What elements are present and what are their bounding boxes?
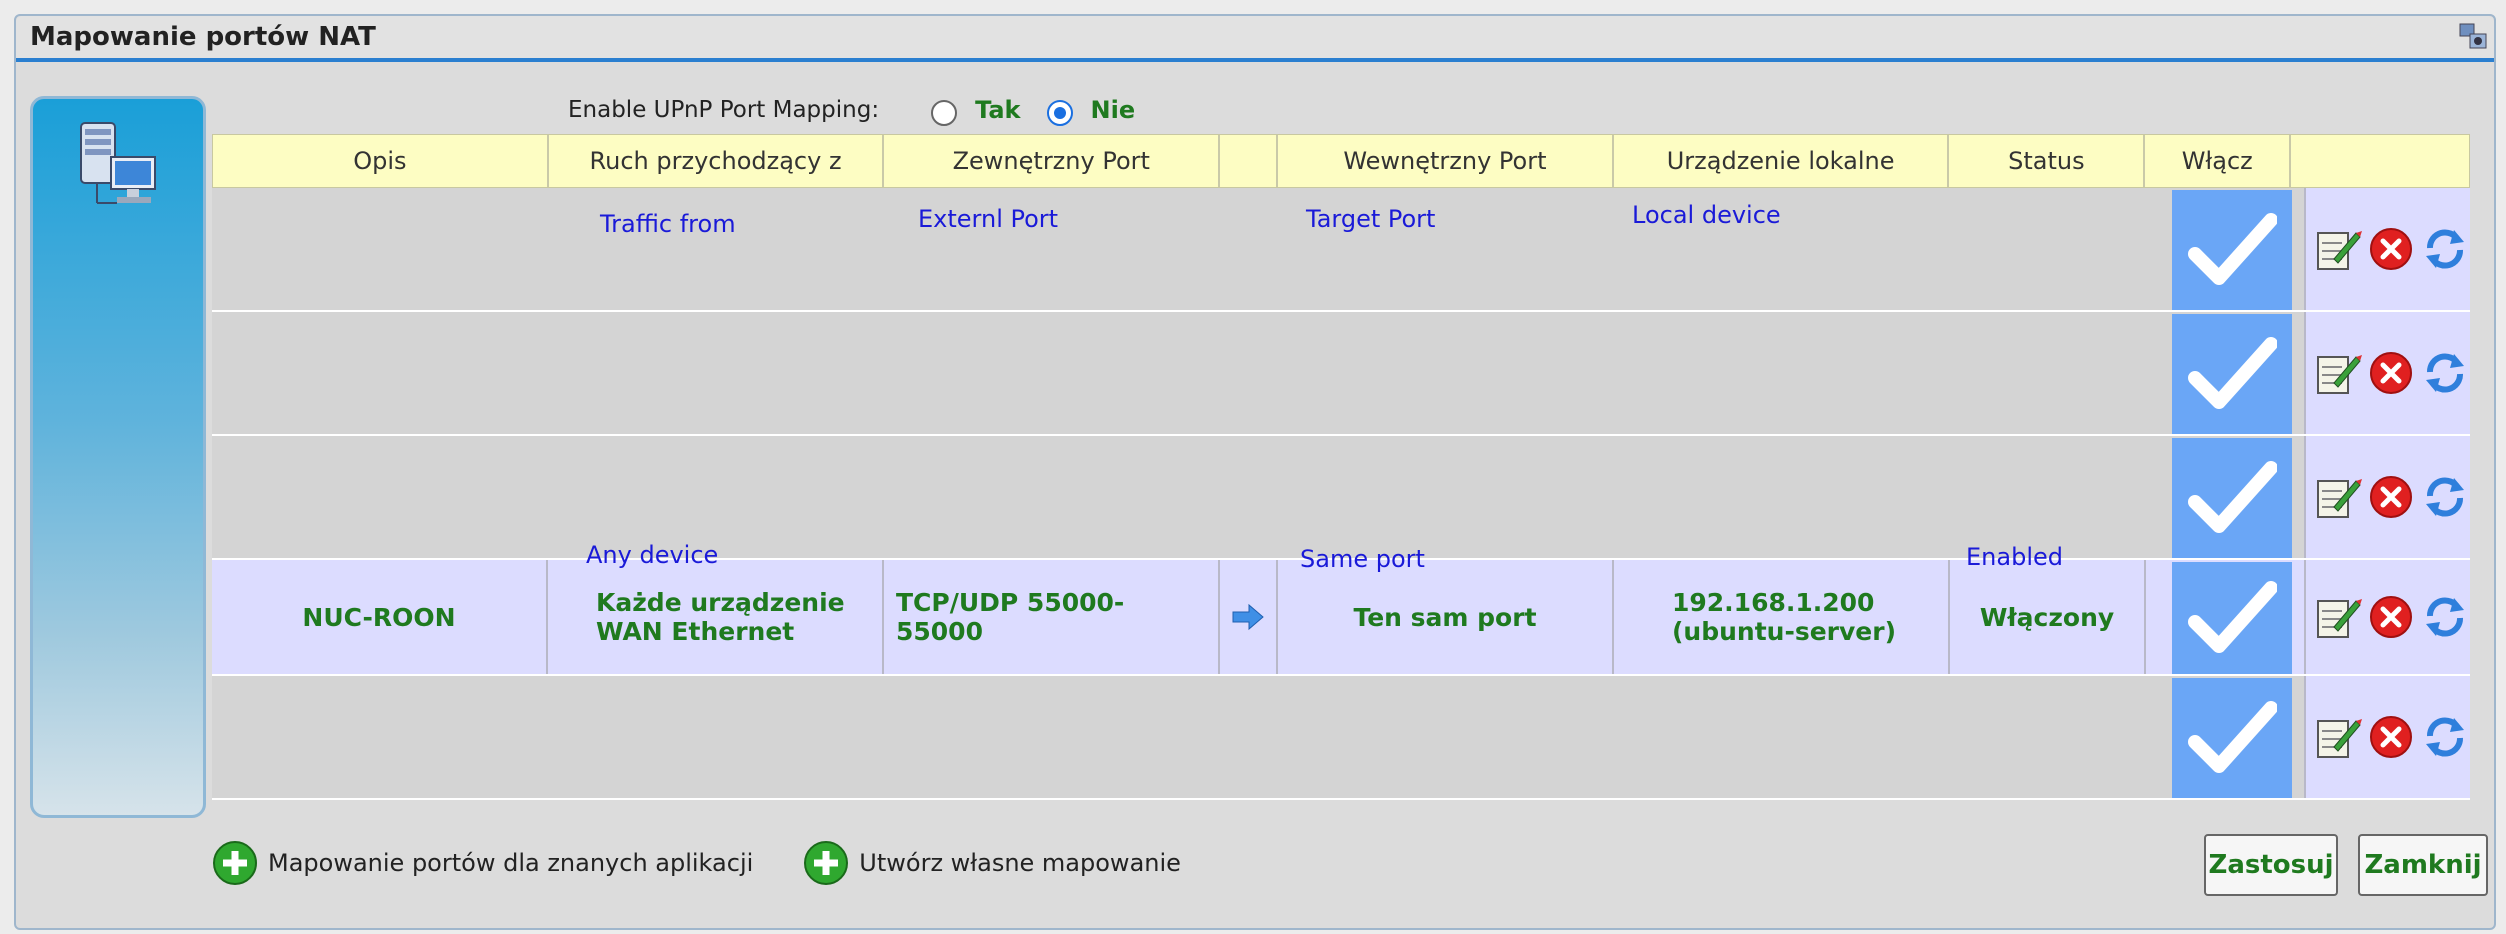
- row-actions: [2304, 676, 2470, 798]
- cell-description: NUC-ROON: [212, 560, 548, 674]
- table-row[interactable]: NUC-ROON Każde urządzenie WAN Ethernet T…: [212, 560, 2470, 676]
- enable-checkbox[interactable]: [2172, 314, 2292, 434]
- row-actions: [2304, 560, 2470, 674]
- cell-internal-port: Ten sam port: [1278, 560, 1614, 674]
- cell-status: Włączony: [1950, 560, 2146, 674]
- refresh-icon[interactable]: [2420, 712, 2470, 762]
- custom-mapping-link[interactable]: Utwórz własne mapowanie: [803, 840, 1181, 886]
- device-line1: 192.168.1.200: [1672, 588, 1875, 617]
- upnp-label: Enable UPnP Port Mapping:: [568, 97, 880, 123]
- header-local-device: Urządzenie lokalne: [1614, 135, 1950, 187]
- checkmark-icon: [2188, 461, 2277, 533]
- cell-incoming: Każde urządzenie WAN Ethernet: [548, 560, 884, 674]
- known-apps-link[interactable]: Mapowanie portów dla znanych aplikacji: [212, 840, 753, 886]
- edit-icon[interactable]: [2312, 593, 2362, 641]
- hint-same-port: Same port: [1300, 545, 1425, 573]
- arrow-right-icon: [1232, 603, 1264, 631]
- table-row: [212, 676, 2470, 800]
- network-settings-icon[interactable]: [2456, 20, 2490, 54]
- cell-external-port: TCP/UDP 55000- 55000: [884, 560, 1220, 674]
- table-header: Opis Ruch przychodzący z Zewnętrzny Port…: [212, 134, 2470, 188]
- hint-target-port: Target Port: [1306, 205, 1436, 233]
- checkmark-icon: [2188, 701, 2277, 773]
- upnp-no-label[interactable]: Nie: [1091, 96, 1136, 124]
- header-arrow: [1220, 135, 1279, 187]
- enable-checkbox[interactable]: [2172, 678, 2292, 798]
- cell-arrow: [1220, 560, 1278, 674]
- table-row: [212, 436, 2470, 560]
- edit-icon[interactable]: [2312, 225, 2362, 273]
- delete-icon[interactable]: [2368, 474, 2414, 520]
- header-internal-port: Wewnętrzny Port: [1278, 135, 1614, 187]
- row-actions: [2304, 188, 2470, 310]
- external-line1: TCP/UDP 55000-: [896, 588, 1125, 617]
- bottom-links: Mapowanie portów dla znanych aplikacji U…: [212, 838, 1231, 888]
- row-actions: [2304, 436, 2470, 558]
- upnp-setting: Enable UPnP Port Mapping: Tak Nie: [568, 90, 1161, 130]
- hint-any-device: Any device: [586, 541, 719, 569]
- refresh-icon[interactable]: [2420, 592, 2470, 642]
- edit-icon[interactable]: [2312, 349, 2362, 397]
- refresh-icon[interactable]: [2420, 472, 2470, 522]
- title-bar: Mapowanie portów NAT: [16, 16, 2494, 62]
- device-line2: (ubuntu-server): [1672, 617, 1897, 646]
- delete-icon[interactable]: [2368, 594, 2414, 640]
- window-title: Mapowanie portów NAT: [30, 22, 376, 52]
- left-panel: [30, 96, 206, 818]
- enable-checkbox[interactable]: [2172, 438, 2292, 558]
- port-mapping-table: Opis Ruch przychodzący z Zewnętrzny Port…: [212, 134, 2470, 800]
- checkmark-icon: [2188, 213, 2277, 285]
- incoming-line1: Każde urządzenie: [596, 588, 845, 617]
- custom-mapping-label[interactable]: Utwórz własne mapowanie: [859, 849, 1181, 877]
- hint-external-port: Externl Port: [918, 205, 1059, 233]
- cell-local-device: 192.168.1.200 (ubuntu-server): [1614, 560, 1950, 674]
- close-button[interactable]: Zamknij: [2358, 834, 2488, 896]
- edit-icon[interactable]: [2312, 473, 2362, 521]
- header-status: Status: [1949, 135, 2146, 187]
- delete-icon[interactable]: [2368, 350, 2414, 396]
- known-apps-label[interactable]: Mapowanie portów dla znanych aplikacji: [268, 849, 753, 877]
- hint-enabled: Enabled: [1966, 543, 2063, 571]
- checkmark-icon: [2188, 581, 2277, 653]
- upnp-no-radio[interactable]: [1046, 100, 1073, 126]
- incoming-line2: WAN Ethernet: [596, 617, 795, 646]
- table-row: [212, 312, 2470, 436]
- add-icon: [213, 841, 257, 885]
- header-incoming: Ruch przychodzący z: [549, 135, 885, 187]
- enable-checkbox[interactable]: [2172, 190, 2292, 310]
- row-actions: [2304, 312, 2470, 434]
- add-icon: [804, 841, 849, 885]
- upnp-yes-label[interactable]: Tak: [975, 96, 1020, 124]
- enable-checkbox[interactable]: [2172, 562, 2292, 674]
- delete-icon[interactable]: [2368, 226, 2414, 272]
- header-opis: Opis: [213, 135, 549, 187]
- refresh-icon[interactable]: [2420, 348, 2470, 398]
- computer-network-icon: [80, 122, 156, 204]
- delete-icon[interactable]: [2368, 714, 2414, 760]
- header-external-port: Zewnętrzny Port: [884, 135, 1221, 187]
- refresh-icon[interactable]: [2420, 224, 2470, 274]
- header-actions: [2291, 135, 2469, 187]
- hint-traffic-from: Traffic from: [600, 210, 736, 238]
- checkmark-icon: [2188, 337, 2277, 409]
- header-enable: Włącz: [2145, 135, 2292, 187]
- edit-icon[interactable]: [2312, 713, 2362, 761]
- upnp-yes-radio[interactable]: [931, 100, 958, 126]
- hint-local-device: Local device: [1632, 201, 1781, 229]
- external-line2: 55000: [896, 617, 983, 646]
- apply-button[interactable]: Zastosuj: [2204, 834, 2338, 896]
